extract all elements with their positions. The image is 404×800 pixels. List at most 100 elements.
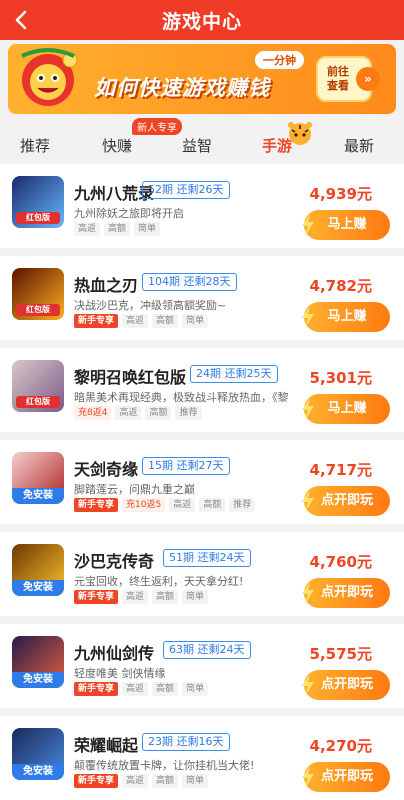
tag-list: 新手专享 高返 高额 简单 (74, 314, 209, 328)
category-tabs: 新人专享 推荐 快赚 益智 手游 最新 (0, 118, 404, 160)
game-icon[interactable]: 免安装 (12, 452, 64, 504)
promo-banner[interactable]: 一分钟 如何快速游戏赚钱 前往 查看 » (8, 44, 396, 114)
icon-badge: 红包版 (16, 212, 60, 224)
game-description: 决战沙巴克，冲级领高额奖励~ (74, 299, 227, 312)
reward-amount: 4,717元 (309, 461, 372, 479)
double-chevron-right-icon: » (356, 67, 380, 91)
game-description: 九州除妖之旅即将开启 (74, 207, 184, 220)
icon-badge: 免安装 (12, 764, 64, 780)
game-tag: 充8返4 (74, 406, 112, 420)
play-button[interactable]: 马上赚 (302, 210, 390, 240)
game-icon[interactable]: 免安装 (12, 636, 64, 688)
tab-latest[interactable]: 最新 (344, 135, 374, 156)
tag-list: 充8返4 高返 高额 推荐 (74, 406, 202, 420)
game-card[interactable]: 红包版 热血之刃 104期 还剩28天 决战沙巴克，冲级领高额奖励~ 新手专享高… (0, 256, 404, 340)
game-tag: 高额 (145, 406, 172, 420)
play-button[interactable]: 马上赚 (302, 302, 390, 332)
game-description: 暗黑美术再现经典，极致战斗释放热血，《黎 (74, 391, 289, 404)
game-name: 热血之刃 (74, 276, 139, 295)
game-tag: 高返 (122, 682, 149, 696)
play-button-label: 点开即玩 (320, 585, 373, 600)
lightning-icon (302, 490, 314, 512)
game-tag: 简单 (182, 682, 209, 696)
game-tag: 高额 (199, 498, 226, 512)
game-name: 沙巴克传奇 (74, 552, 155, 571)
game-icon[interactable]: 免安装 (12, 544, 64, 596)
period-badge: 51期 还剩24天 (163, 549, 251, 567)
game-name: 天剑奇缘 (74, 460, 139, 479)
tag-list: 新手专享 高返 高额 简单 (74, 774, 209, 788)
lightning-icon (302, 766, 314, 788)
period-badge: 15期 还剩27天 (142, 457, 230, 475)
lightning-icon (302, 398, 314, 420)
game-icon[interactable]: 免安装 (12, 728, 64, 780)
game-card[interactable]: 免安装 荣耀崛起 23期 还剩16天 颠覆传统放置卡牌，让你挂机当大佬! 新手专… (0, 716, 404, 800)
play-button-label: 马上赚 (327, 401, 367, 416)
game-tag: 新手专享 (74, 682, 119, 696)
game-tag: 新手专享 (74, 590, 119, 604)
game-tag: 简单 (134, 222, 161, 236)
game-tag: 新手专享 (74, 774, 119, 788)
game-name: 黎明召唤红包版 (74, 368, 187, 387)
reward-amount: 4,939元 (309, 185, 372, 203)
icon-badge: 免安装 (12, 488, 64, 504)
period-badge: 63期 还剩24天 (163, 641, 251, 659)
lightning-icon (302, 582, 314, 604)
game-tag: 高额 (104, 222, 131, 236)
game-tag: 高额 (152, 774, 179, 788)
play-button[interactable]: 点开即玩 (302, 578, 390, 608)
period-badge: 24期 还剩25天 (190, 365, 278, 383)
reward-amount: 5,575元 (309, 645, 372, 663)
game-tag: 推荐 (175, 406, 202, 420)
game-name: 九州仙剑传 (74, 644, 155, 663)
tab-quick-earn[interactable]: 快赚 (102, 135, 132, 156)
game-tag: 新手专享 (74, 314, 119, 328)
game-description: 脚踏莲云，问鼎九重之巅 (74, 483, 195, 496)
back-arrow-icon[interactable] (8, 6, 36, 34)
game-icon[interactable]: 红包版 (12, 360, 64, 412)
game-tag: 高额 (152, 590, 179, 604)
reward-amount: 5,301元 (309, 369, 372, 387)
tag-list: 新手专享 高返 高额 简单 (74, 590, 209, 604)
tag-list: 新手专享 充10返5 高返 高额 推荐 (74, 498, 256, 512)
game-card[interactable]: 免安装 沙巴克传奇 51期 还剩24天 元宝回收，终生返利，天天拿分红! 新手专… (0, 532, 404, 616)
game-tag: 简单 (182, 314, 209, 328)
game-tag: 高返 (115, 406, 142, 420)
lion-mascot-icon (21, 48, 78, 106)
game-name: 荣耀崛起 (74, 736, 139, 755)
reward-amount: 4,782元 (309, 277, 372, 295)
period-badge: 104期 还剩28天 (142, 273, 237, 291)
app-header: 游戏中心 (0, 0, 404, 40)
game-card[interactable]: 免安装 九州仙剑传 63期 还剩24天 轻度唯美 剑侠情缘 新手专享 高返 高额 简单… (0, 624, 404, 708)
play-button[interactable]: 点开即玩 (302, 762, 390, 792)
play-button[interactable]: 点开即玩 (302, 670, 390, 700)
new-user-badge: 新人专享 (132, 118, 182, 135)
play-button[interactable]: 马上赚 (302, 394, 390, 424)
banner-tag: 一分钟 (254, 50, 305, 70)
tab-puzzle[interactable]: 益智 (182, 135, 212, 156)
lightning-icon (302, 214, 314, 236)
lightning-icon (302, 306, 314, 328)
game-icon[interactable]: 红包版 (12, 268, 64, 320)
tiger-mascot-icon (288, 122, 312, 145)
game-tag: 高返 (122, 314, 149, 328)
game-tag: 高返 (122, 774, 149, 788)
game-card[interactable]: 红包版 九州八荒录 52期 还剩26天 九州除妖之旅即将开启 高返 高额 简单 4,… (0, 164, 404, 248)
game-card[interactable]: 免安装 天剑奇缘 15期 还剩27天 脚踏莲云，问鼎九重之巅 新手专享 充10返5… (0, 440, 404, 524)
play-button-label: 点开即玩 (320, 769, 373, 784)
lightning-icon (302, 674, 314, 696)
reward-amount: 4,760元 (309, 553, 372, 571)
play-button-label: 马上赚 (327, 217, 367, 232)
game-card[interactable]: 红包版 黎明召唤红包版 24期 还剩25天 暗黑美术再现经典，极致战斗释放热血，… (0, 348, 404, 432)
icon-badge: 免安装 (12, 672, 64, 688)
game-tag: 推荐 (229, 498, 256, 512)
play-button-label: 马上赚 (327, 309, 367, 324)
tab-recommend[interactable]: 推荐 (20, 135, 50, 156)
game-icon[interactable]: 红包版 (12, 176, 64, 228)
banner-go-button[interactable]: 前往 查看 » (316, 56, 380, 102)
icon-badge: 免安装 (12, 580, 64, 596)
game-description: 颠覆传统放置卡牌，让你挂机当大佬! (74, 759, 255, 772)
play-button[interactable]: 点开即玩 (302, 486, 390, 516)
game-tag: 充10返5 (122, 498, 166, 512)
game-tag: 高额 (152, 314, 179, 328)
